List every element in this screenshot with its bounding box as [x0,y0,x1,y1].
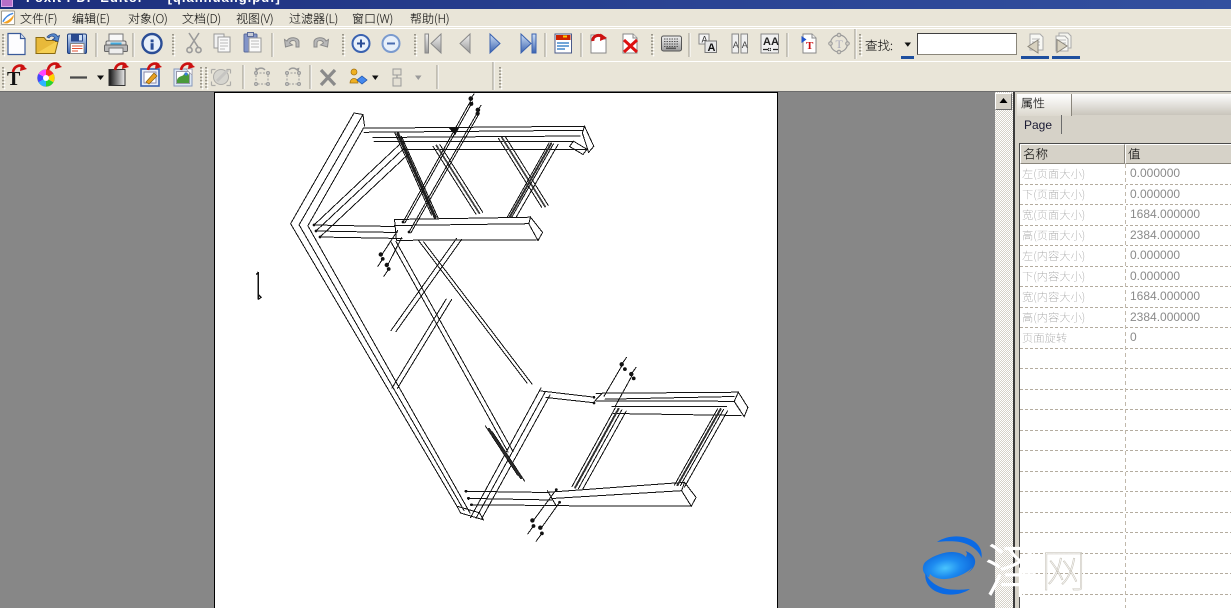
svg-text:AA: AA [763,36,779,48]
svg-text:A: A [742,40,748,50]
svg-text:T: T [836,37,844,51]
svg-text:A: A [733,40,739,50]
svg-text:T: T [806,40,814,52]
svg-text:A: A [708,42,716,54]
